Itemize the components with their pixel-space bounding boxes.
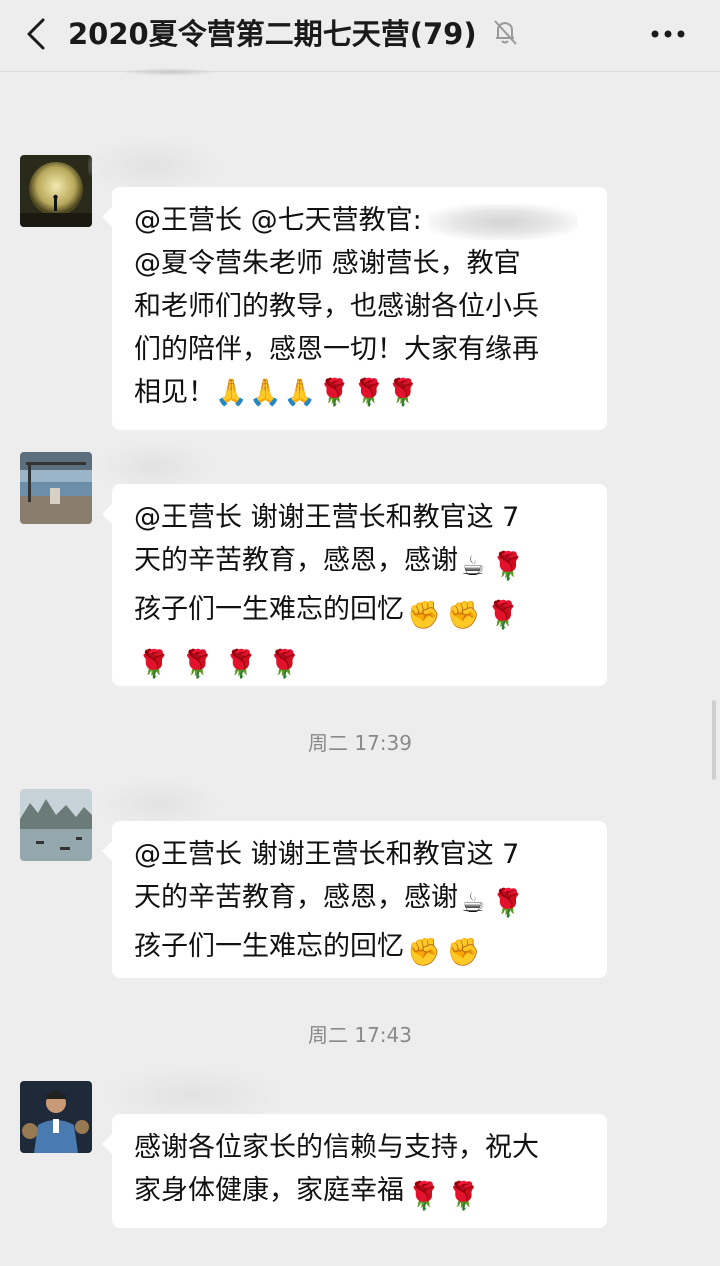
chat-header: 2020夏令营第二期七天营(79) bbox=[0, 0, 720, 72]
avatar[interactable] bbox=[20, 155, 92, 227]
bell-off-icon bbox=[494, 20, 517, 45]
avatar[interactable] bbox=[20, 1081, 92, 1153]
more-button[interactable] bbox=[640, 14, 696, 54]
message-text: 感谢各位家长的信赖与支持，祝大 家身体健康，家庭幸福 🌹 🌹 bbox=[134, 1126, 585, 1218]
sender-name-redacted bbox=[88, 140, 218, 192]
rose-emoji: 🌹 bbox=[486, 600, 520, 631]
avatar[interactable] bbox=[20, 789, 92, 861]
rose-emoji: 🌹 bbox=[407, 1181, 441, 1212]
chat-title: 2020夏令营第二期七天营(79) bbox=[68, 17, 477, 51]
message-bubble[interactable]: @王营长 谢谢王营长和教官这 7 天的辛苦教育，感恩，感谢 ☕ 🌹 孩子们一生难忘的… bbox=[102, 821, 607, 978]
seaside-avatar-image bbox=[20, 452, 92, 524]
bay-avatar-image bbox=[20, 789, 92, 861]
rose-emoji: 🌹 bbox=[491, 551, 525, 582]
fist-emoji: ✊ bbox=[446, 600, 481, 631]
scrollbar[interactable] bbox=[712, 700, 716, 780]
previous-message-remnant bbox=[120, 68, 220, 76]
back-button[interactable] bbox=[16, 14, 56, 54]
fist-emoji: ✊ bbox=[407, 937, 441, 968]
coffee-emoji: ☕ bbox=[461, 888, 486, 919]
message-bubble[interactable]: @王营长 谢谢王营长和教官这 7 天的辛苦教育，感恩，感谢 ☕ 🌹 孩子们一生难忘的… bbox=[102, 484, 607, 686]
message-text: @王营长 谢谢王营长和教官这 7 天的辛苦教育，感恩，感谢 ☕ 🌹 孩子们一生难忘的… bbox=[134, 496, 585, 686]
coffee-emoji: ☕ bbox=[461, 551, 486, 582]
fist-emoji: ✊ bbox=[407, 600, 441, 631]
message-bubble[interactable]: @王营长 @七天营教官: @夏令营朱老师 感谢营长，教官 和老师们的教导，也感谢… bbox=[102, 187, 607, 430]
mention-redacted bbox=[427, 203, 578, 240]
more-dots-icon bbox=[651, 30, 685, 38]
rose-emojis: 🌹🌹🌹🌹 bbox=[137, 649, 312, 680]
timestamp: 周二 17:39 bbox=[308, 731, 412, 755]
rose-emoji: 🌹 bbox=[491, 888, 525, 919]
message-text: @王营长 @七天营教官: @夏令营朱老师 感谢营长，教官 和老师们的教导，也感谢… bbox=[134, 199, 585, 415]
message-bubble[interactable]: 感谢各位家长的信赖与支持，祝大 家身体健康，家庭幸福 🌹 🌹 bbox=[102, 1114, 607, 1228]
moon-avatar-image bbox=[20, 155, 92, 227]
rose-emoji: 🌹 bbox=[446, 1181, 481, 1212]
pray-rose-emojis: 🙏🙏🙏🌹🌹🌹 bbox=[215, 378, 422, 408]
fist-emoji: ✊ bbox=[446, 937, 481, 968]
avatar[interactable] bbox=[20, 452, 92, 524]
person-avatar-image bbox=[20, 1081, 92, 1153]
timestamp: 周二 17:43 bbox=[308, 1023, 412, 1047]
message-text: @王营长 谢谢王营长和教官这 7 天的辛苦教育，感恩，感谢 ☕ 🌹 孩子们一生难忘的… bbox=[134, 833, 585, 974]
chevron-left-icon bbox=[27, 18, 45, 50]
